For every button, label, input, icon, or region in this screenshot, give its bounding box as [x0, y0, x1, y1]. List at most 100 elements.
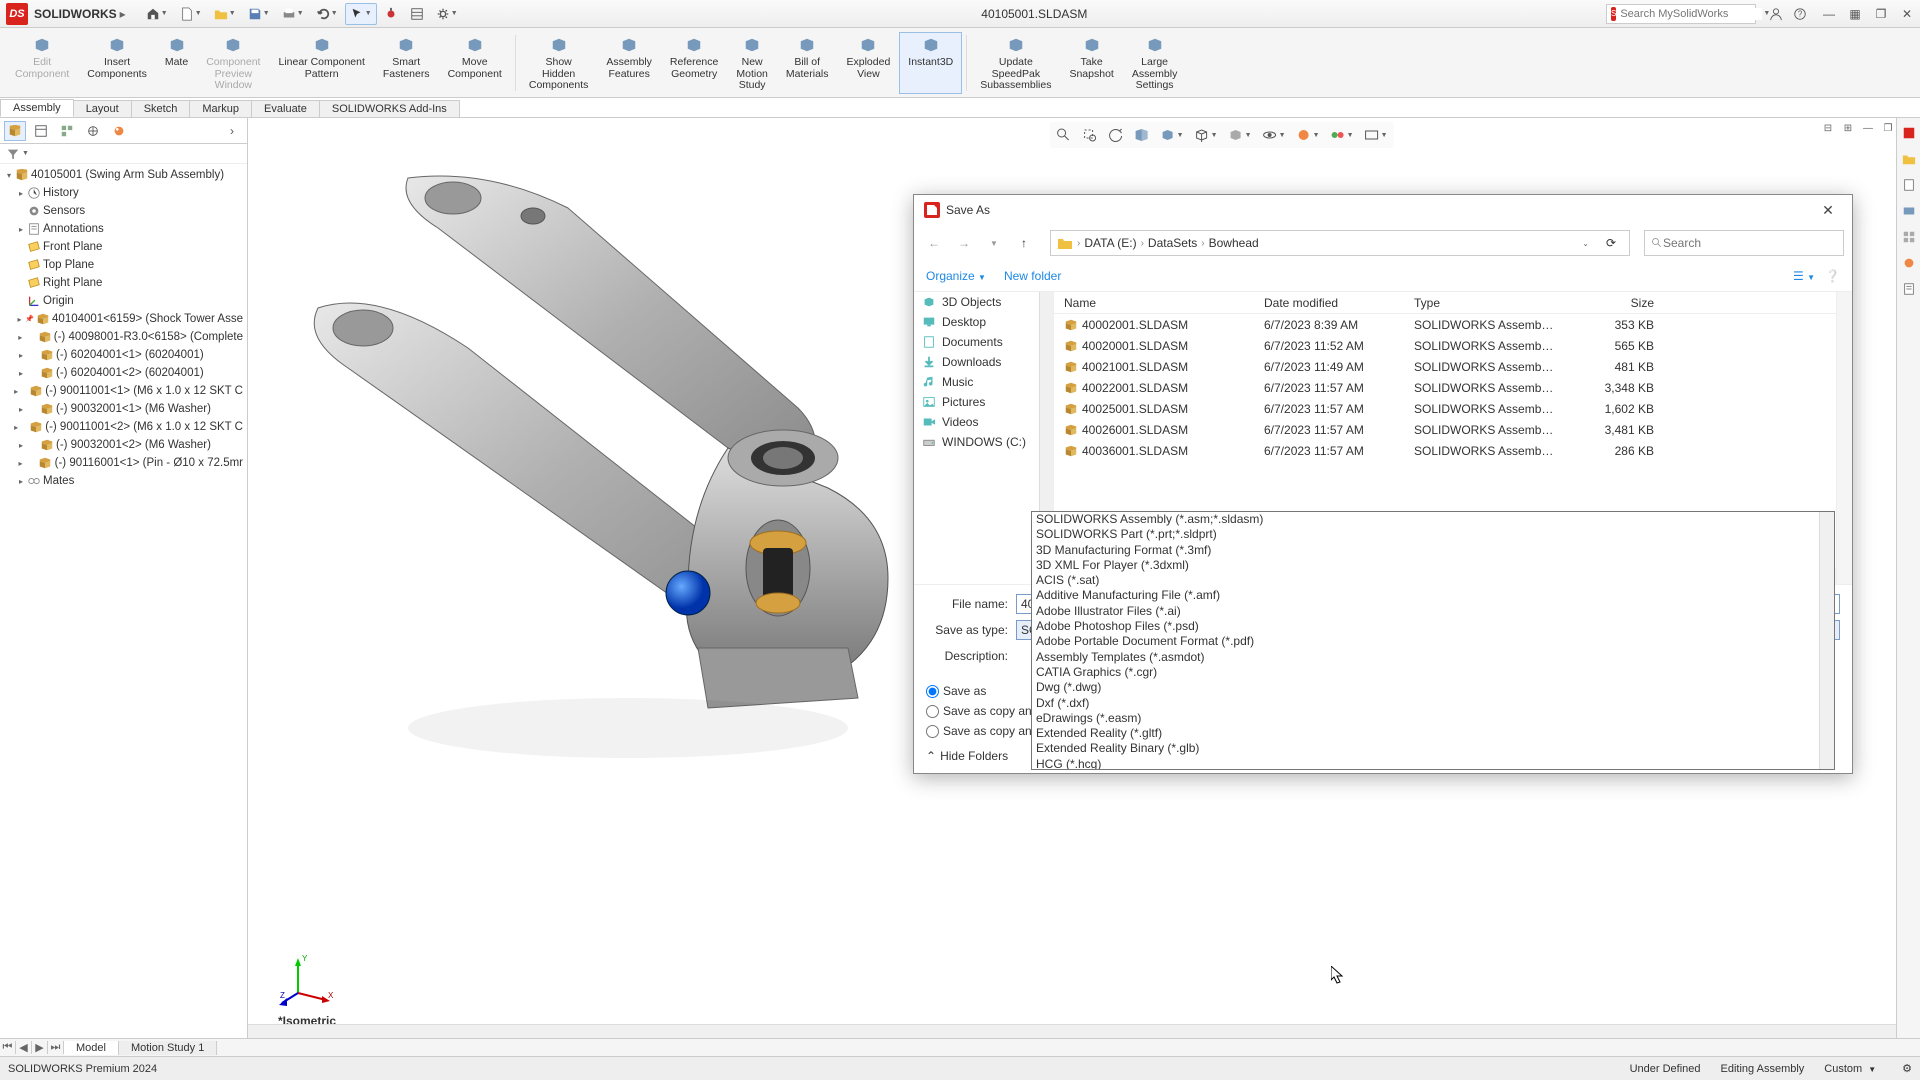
tab-prev[interactable]: ◀ — [16, 1041, 32, 1054]
close-button[interactable]: ✕ — [1900, 7, 1914, 21]
ribbon-update-speedpak-subassemblies[interactable]: UpdateSpeedPakSubassemblies — [971, 32, 1060, 94]
zoom-fit-icon[interactable] — [1052, 124, 1076, 146]
ribbon-large-assembly-settings[interactable]: LargeAssemblySettings — [1123, 32, 1187, 94]
tab-evaluate[interactable]: Evaluate — [251, 100, 320, 117]
view-settings-icon[interactable]: ▼ — [1360, 124, 1392, 146]
type-option[interactable]: Adobe Photoshop Files (*.psd) — [1032, 619, 1834, 634]
ribbon-instant3d[interactable]: Instant3D — [899, 32, 962, 94]
settings-button[interactable]: ▼ — [431, 3, 463, 25]
save-button[interactable]: ▼ — [243, 3, 275, 25]
folder-search-input[interactable] — [1663, 236, 1837, 250]
task-custom-props-icon[interactable] — [1900, 280, 1918, 298]
minimize-button[interactable]: — — [1822, 7, 1836, 21]
type-option[interactable]: Additive Manufacturing File (*.amf) — [1032, 588, 1834, 603]
tree-item[interactable]: ▸(-) 90116001<1> (Pin - Ø10 x 72.5mr — [0, 454, 247, 472]
type-option[interactable]: CATIA Graphics (*.cgr) — [1032, 665, 1834, 680]
open-button[interactable]: ▼ — [209, 3, 241, 25]
nav-back-button[interactable]: ← — [922, 231, 946, 255]
task-view-palette-icon[interactable] — [1900, 228, 1918, 246]
new-button[interactable]: ▼ — [175, 3, 207, 25]
tab-assembly[interactable]: Assembly — [0, 99, 74, 117]
type-option[interactable]: SOLIDWORKS Assembly (*.asm;*.sldasm) — [1032, 512, 1834, 527]
view-dash-icon[interactable]: — — [1860, 120, 1876, 136]
type-option[interactable]: SOLIDWORKS Part (*.prt;*.sldprt) — [1032, 527, 1834, 542]
view-grid-icon[interactable]: ⊞ — [1840, 120, 1856, 136]
folder-pictures[interactable]: Pictures — [914, 392, 1053, 412]
ribbon-exploded-view[interactable]: ExplodedView — [838, 32, 900, 94]
type-option[interactable]: Extended Reality Binary (*.glb) — [1032, 741, 1834, 756]
tab-solidworks-add-ins[interactable]: SOLIDWORKS Add-Ins — [319, 100, 460, 117]
search-input[interactable] — [1620, 8, 1762, 20]
tree-item[interactable]: ▸(-) 60204001<1> (60204001) — [0, 346, 247, 364]
folder-windows--c--[interactable]: WINDOWS (C:) — [914, 432, 1053, 452]
file-row[interactable]: 40025001.SLDASM6/7/2023 11:57 AMSOLIDWOR… — [1054, 398, 1836, 419]
breadcrumb-1[interactable]: DataSets — [1148, 236, 1197, 250]
folder-music[interactable]: Music — [914, 372, 1053, 392]
ribbon-billof-materials[interactable]: Bill ofMaterials — [777, 32, 838, 94]
tab-last[interactable]: ⏭ — [48, 1041, 64, 1054]
view-max-icon[interactable]: ❐ — [1880, 120, 1896, 136]
dynamic-view-icon[interactable]: ▼ — [1156, 124, 1188, 146]
tree-item[interactable]: Front Plane — [0, 238, 247, 256]
breadcrumb-0[interactable]: DATA (E:) — [1084, 236, 1136, 250]
folder-documents[interactable]: Documents — [914, 332, 1053, 352]
ribbon-new-motion-study[interactable]: NewMotionStudy — [727, 32, 777, 94]
address-bar[interactable]: › DATA (E:) › DataSets › Bowhead ⌄ ⟳ — [1050, 230, 1630, 256]
file-row[interactable]: 40002001.SLDASM6/7/2023 8:39 AMSOLIDWORK… — [1054, 314, 1836, 335]
tab-motion-study[interactable]: Motion Study 1 — [119, 1041, 217, 1055]
home-button[interactable]: ▼ — [141, 3, 173, 25]
type-option[interactable]: 3D Manufacturing Format (*.3mf) — [1032, 543, 1834, 558]
tab-next[interactable]: ▶ — [32, 1041, 48, 1054]
ribbon-take-snapshot[interactable]: TakeSnapshot — [1060, 32, 1122, 94]
tree-item[interactable]: ▸Mates — [0, 472, 247, 490]
user-button[interactable] — [1764, 3, 1788, 25]
tree-toggle[interactable]: ▸ — [16, 477, 26, 486]
ribbon-mate[interactable]: Mate — [156, 32, 197, 94]
zoom-area-icon[interactable] — [1078, 124, 1102, 146]
tree-item[interactable]: ▸(-) 40098001-R3.0<6158> (Complete — [0, 328, 247, 346]
tree-item[interactable]: ▸(-) 90011001<1> (M6 x 1.0 x 12 SKT C — [0, 382, 247, 400]
folder-search[interactable] — [1644, 230, 1844, 256]
tree-toggle[interactable]: ▸ — [16, 225, 26, 234]
tree-toggle[interactable]: ▸ — [16, 405, 26, 414]
previous-view-icon[interactable] — [1104, 124, 1128, 146]
nav-up-button[interactable]: ↑ — [1012, 231, 1036, 255]
file-row[interactable]: 40021001.SLDASM6/7/2023 11:49 AMSOLIDWOR… — [1054, 356, 1836, 377]
status-gear-icon[interactable]: ⚙ — [1902, 1062, 1912, 1075]
file-row[interactable]: 40036001.SLDASM6/7/2023 11:57 AMSOLIDWOR… — [1054, 440, 1836, 461]
tab-layout[interactable]: Layout — [73, 100, 132, 117]
view-mode-button[interactable]: ☰ ▼ — [1793, 269, 1815, 283]
ribbon-show-hidden-components[interactable]: ShowHiddenComponents — [520, 32, 598, 94]
dialog-close-button[interactable]: ✕ — [1814, 202, 1842, 219]
status-units[interactable]: Custom▼ — [1824, 1063, 1876, 1075]
folder-downloads[interactable]: Downloads — [914, 352, 1053, 372]
tree-toggle[interactable]: ▸ — [15, 333, 25, 342]
feature-tree-tab[interactable] — [4, 121, 26, 141]
refresh-button[interactable]: ⟳ — [1599, 231, 1623, 255]
search-box[interactable]: S ▼ — [1606, 4, 1756, 24]
layout-button[interactable]: ▦ — [1848, 7, 1862, 21]
task-appearance-icon[interactable] — [1900, 254, 1918, 272]
tree-item[interactable]: ▸📌40104001<6159> (Shock Tower Asse — [0, 310, 247, 328]
ribbon-smart-fasteners[interactable]: SmartFasteners — [374, 32, 439, 94]
tree-item[interactable]: ▸(-) 90032001<1> (M6 Washer) — [0, 400, 247, 418]
type-option[interactable]: Adobe Portable Document Format (*.pdf) — [1032, 634, 1834, 649]
menu-expand-icon[interactable]: ▸ — [117, 7, 129, 21]
scene-icon[interactable]: ▼ — [1326, 124, 1358, 146]
tree-item[interactable]: ▸Annotations — [0, 220, 247, 238]
type-option[interactable]: Extended Reality (*.gltf) — [1032, 726, 1834, 741]
tree-item[interactable]: Right Plane — [0, 274, 247, 292]
view-min-icon[interactable]: ⊟ — [1820, 120, 1836, 136]
filter-row[interactable]: ▼ — [0, 144, 247, 164]
undo-button[interactable]: ▼ — [311, 3, 343, 25]
select-button[interactable]: ▼ — [345, 3, 377, 25]
appearance-icon[interactable]: ▼ — [1292, 124, 1324, 146]
options-button[interactable] — [405, 3, 429, 25]
display-style-icon[interactable]: ▼ — [1224, 124, 1256, 146]
tab-markup[interactable]: Markup — [189, 100, 252, 117]
ribbon-move-component[interactable]: MoveComponent — [439, 32, 511, 94]
type-option[interactable]: Adobe Illustrator Files (*.ai) — [1032, 604, 1834, 619]
task-home-icon[interactable] — [1900, 124, 1918, 142]
type-option[interactable]: eDrawings (*.easm) — [1032, 711, 1834, 726]
tree-item[interactable]: Sensors — [0, 202, 247, 220]
